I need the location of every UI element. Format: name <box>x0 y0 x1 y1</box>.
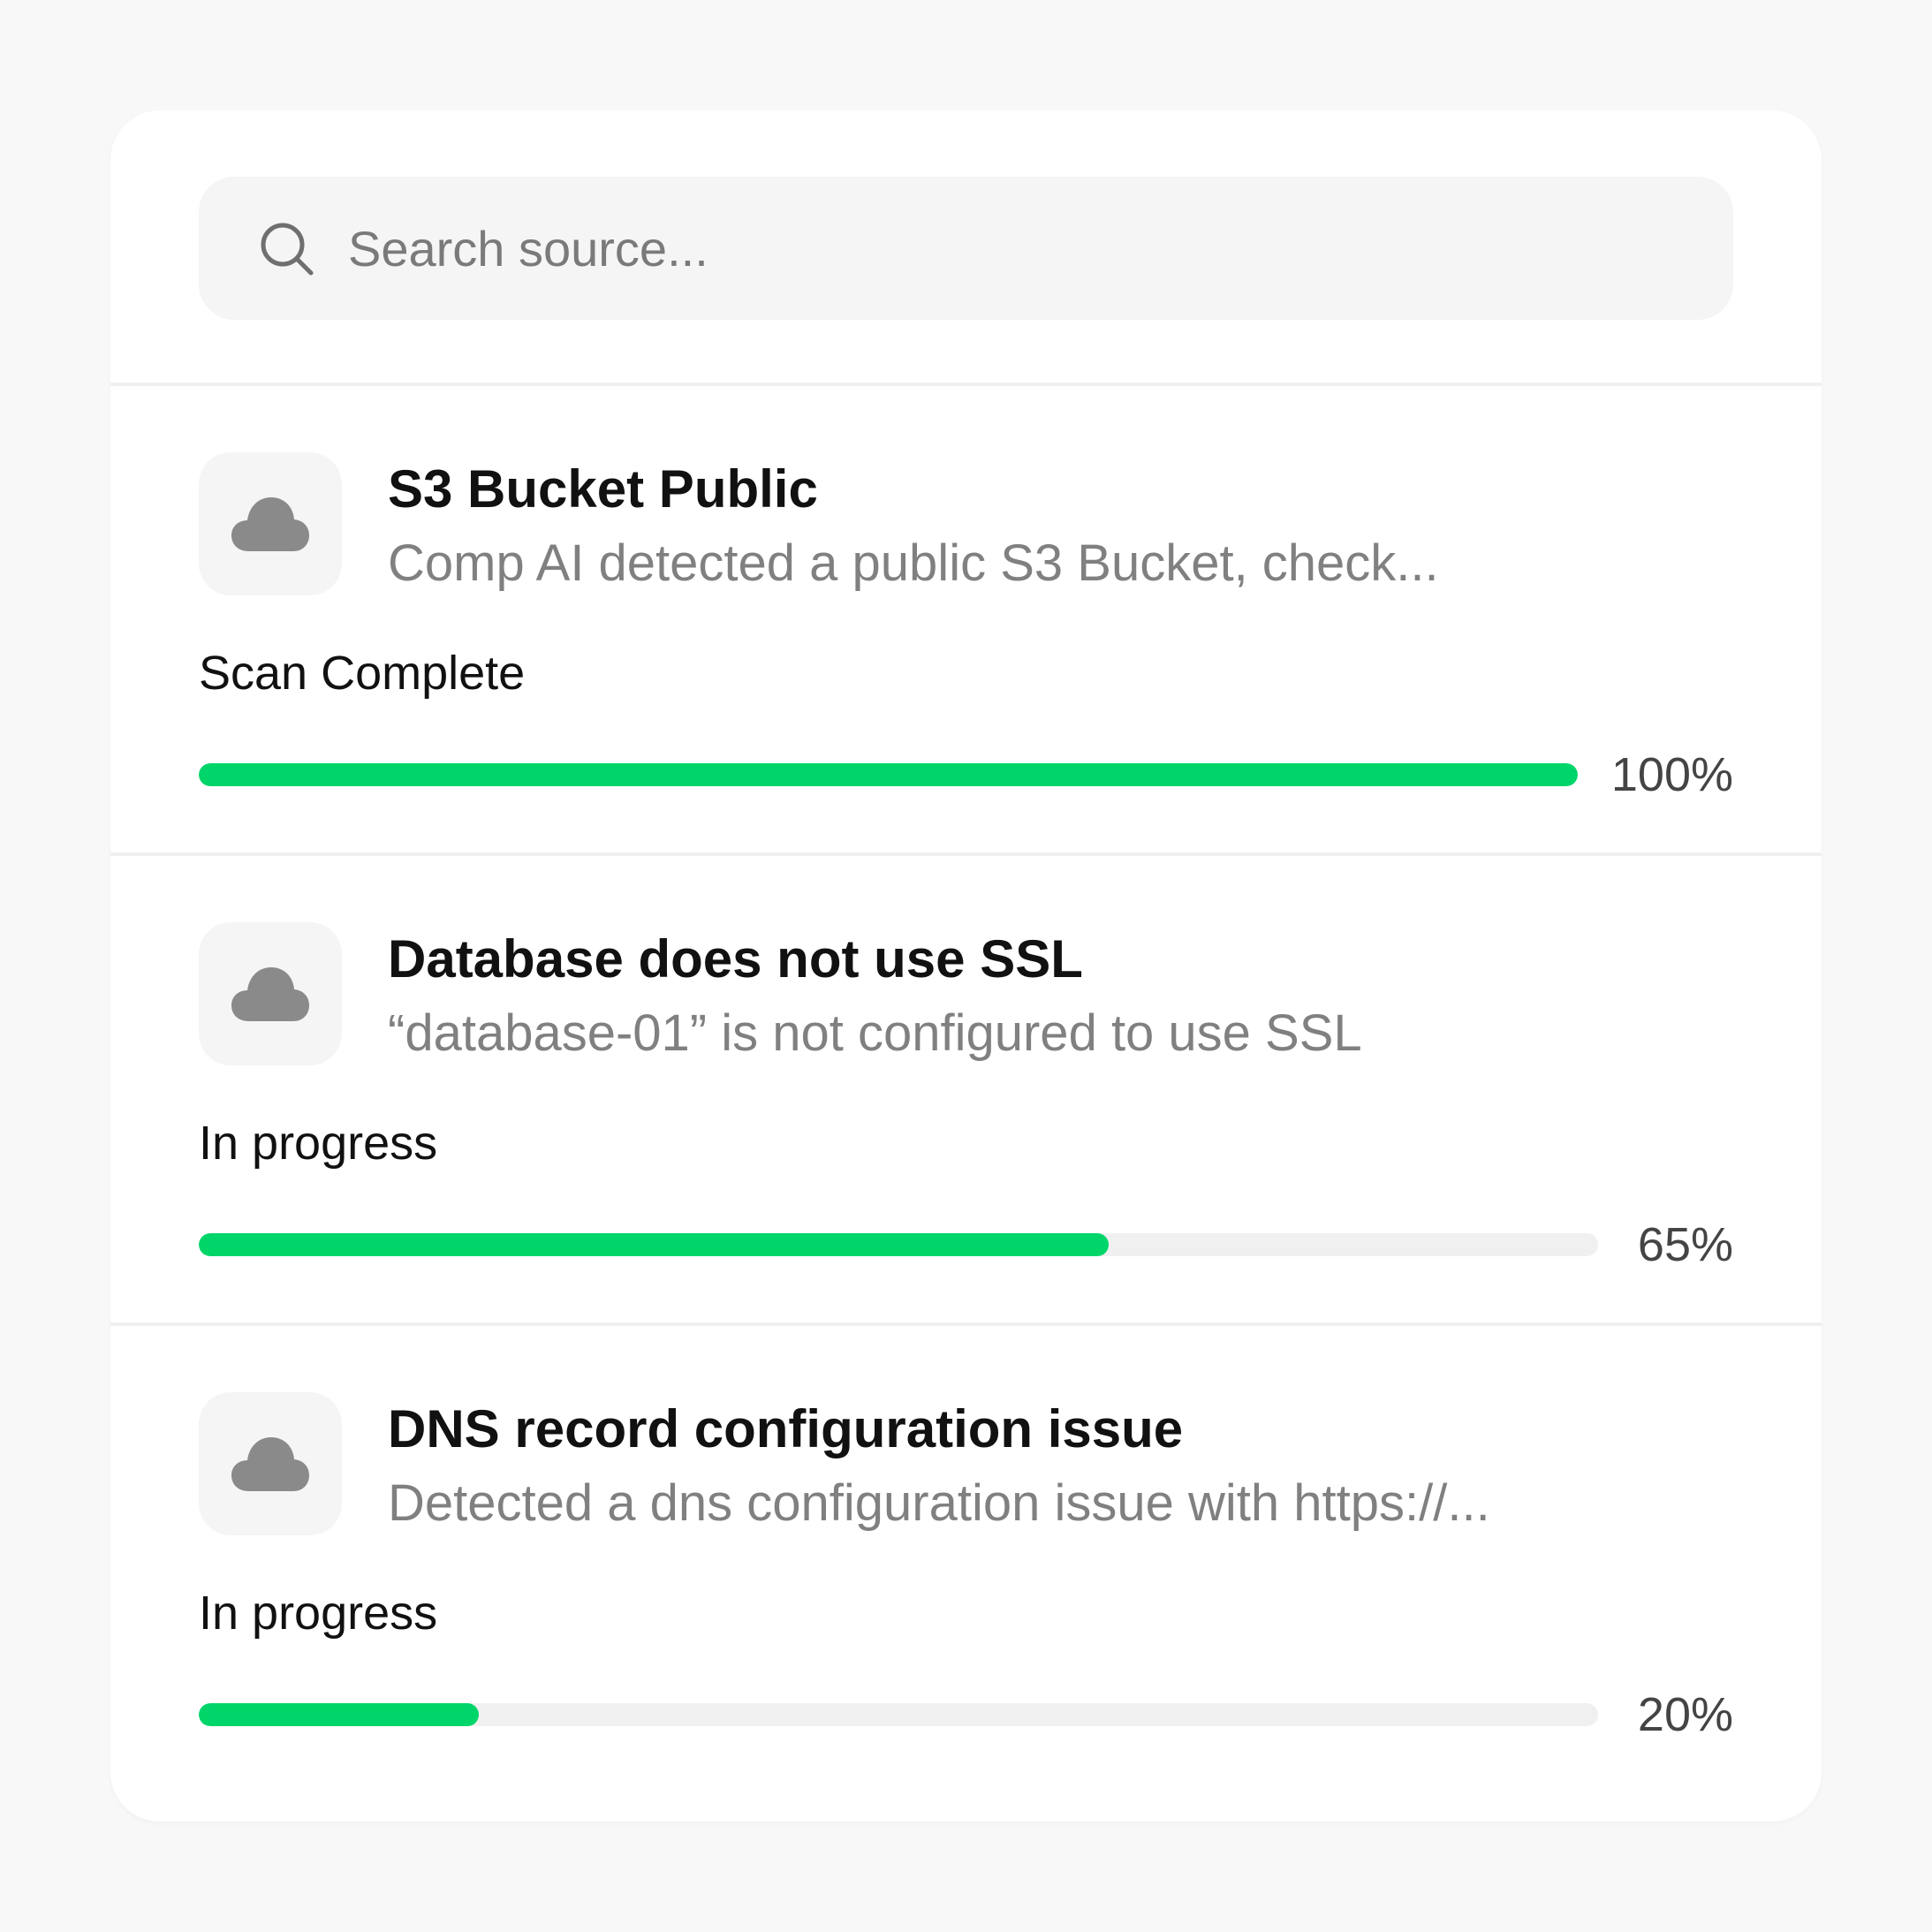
scan-results-card: S3 Bucket Public Comp AI detected a publ… <box>110 110 1822 1822</box>
cloud-icon <box>199 1392 342 1535</box>
progress-fill <box>199 763 1578 786</box>
progress-percent: 65% <box>1637 1218 1733 1271</box>
item-title: S3 Bucket Public <box>388 459 818 519</box>
cloud-icon <box>199 452 342 595</box>
list-item[interactable]: S3 Bucket Public Comp AI detected a publ… <box>110 386 1822 856</box>
item-title: Database does not use SSL <box>388 929 1083 989</box>
list-item[interactable]: DNS record configuration issue Detected … <box>110 1326 1822 1796</box>
item-description: “database-01” is not configured to use S… <box>388 1004 1362 1062</box>
progress-percent: 20% <box>1637 1688 1733 1741</box>
progress-bar <box>199 1233 1598 1256</box>
list-item[interactable]: Database does not use SSL “database-01” … <box>110 856 1822 1326</box>
item-text: S3 Bucket Public Comp AI detected a publ… <box>388 452 1439 595</box>
cloud-icon <box>199 922 342 1065</box>
progress-fill <box>199 1233 1109 1256</box>
progress-fill <box>199 1703 479 1726</box>
search-section <box>110 110 1822 386</box>
progress-bar <box>199 763 1578 786</box>
status-label: In progress <box>199 1117 438 1170</box>
item-header: Database does not use SSL “database-01” … <box>199 922 1733 1065</box>
progress-percent: 100% <box>1610 748 1733 801</box>
item-text: Database does not use SSL “database-01” … <box>388 922 1362 1065</box>
item-header: S3 Bucket Public Comp AI detected a publ… <box>199 452 1733 595</box>
search-box[interactable] <box>199 177 1733 320</box>
progress-row: 100% <box>199 744 1733 806</box>
item-description: Detected a dns configuration issue with … <box>388 1474 1490 1532</box>
progress-bar <box>199 1703 1598 1726</box>
search-input[interactable] <box>348 177 1733 320</box>
progress-row: 65% <box>199 1214 1733 1276</box>
progress-row: 20% <box>199 1684 1733 1746</box>
item-description: Comp AI detected a public S3 Bucket, che… <box>388 534 1439 592</box>
status-label: In progress <box>199 1587 438 1640</box>
item-title: DNS record configuration issue <box>388 1399 1184 1458</box>
item-text: DNS record configuration issue Detected … <box>388 1392 1490 1535</box>
item-header: DNS record configuration issue Detected … <box>199 1392 1733 1535</box>
search-icon <box>256 218 316 278</box>
status-label: Scan Complete <box>199 647 526 700</box>
